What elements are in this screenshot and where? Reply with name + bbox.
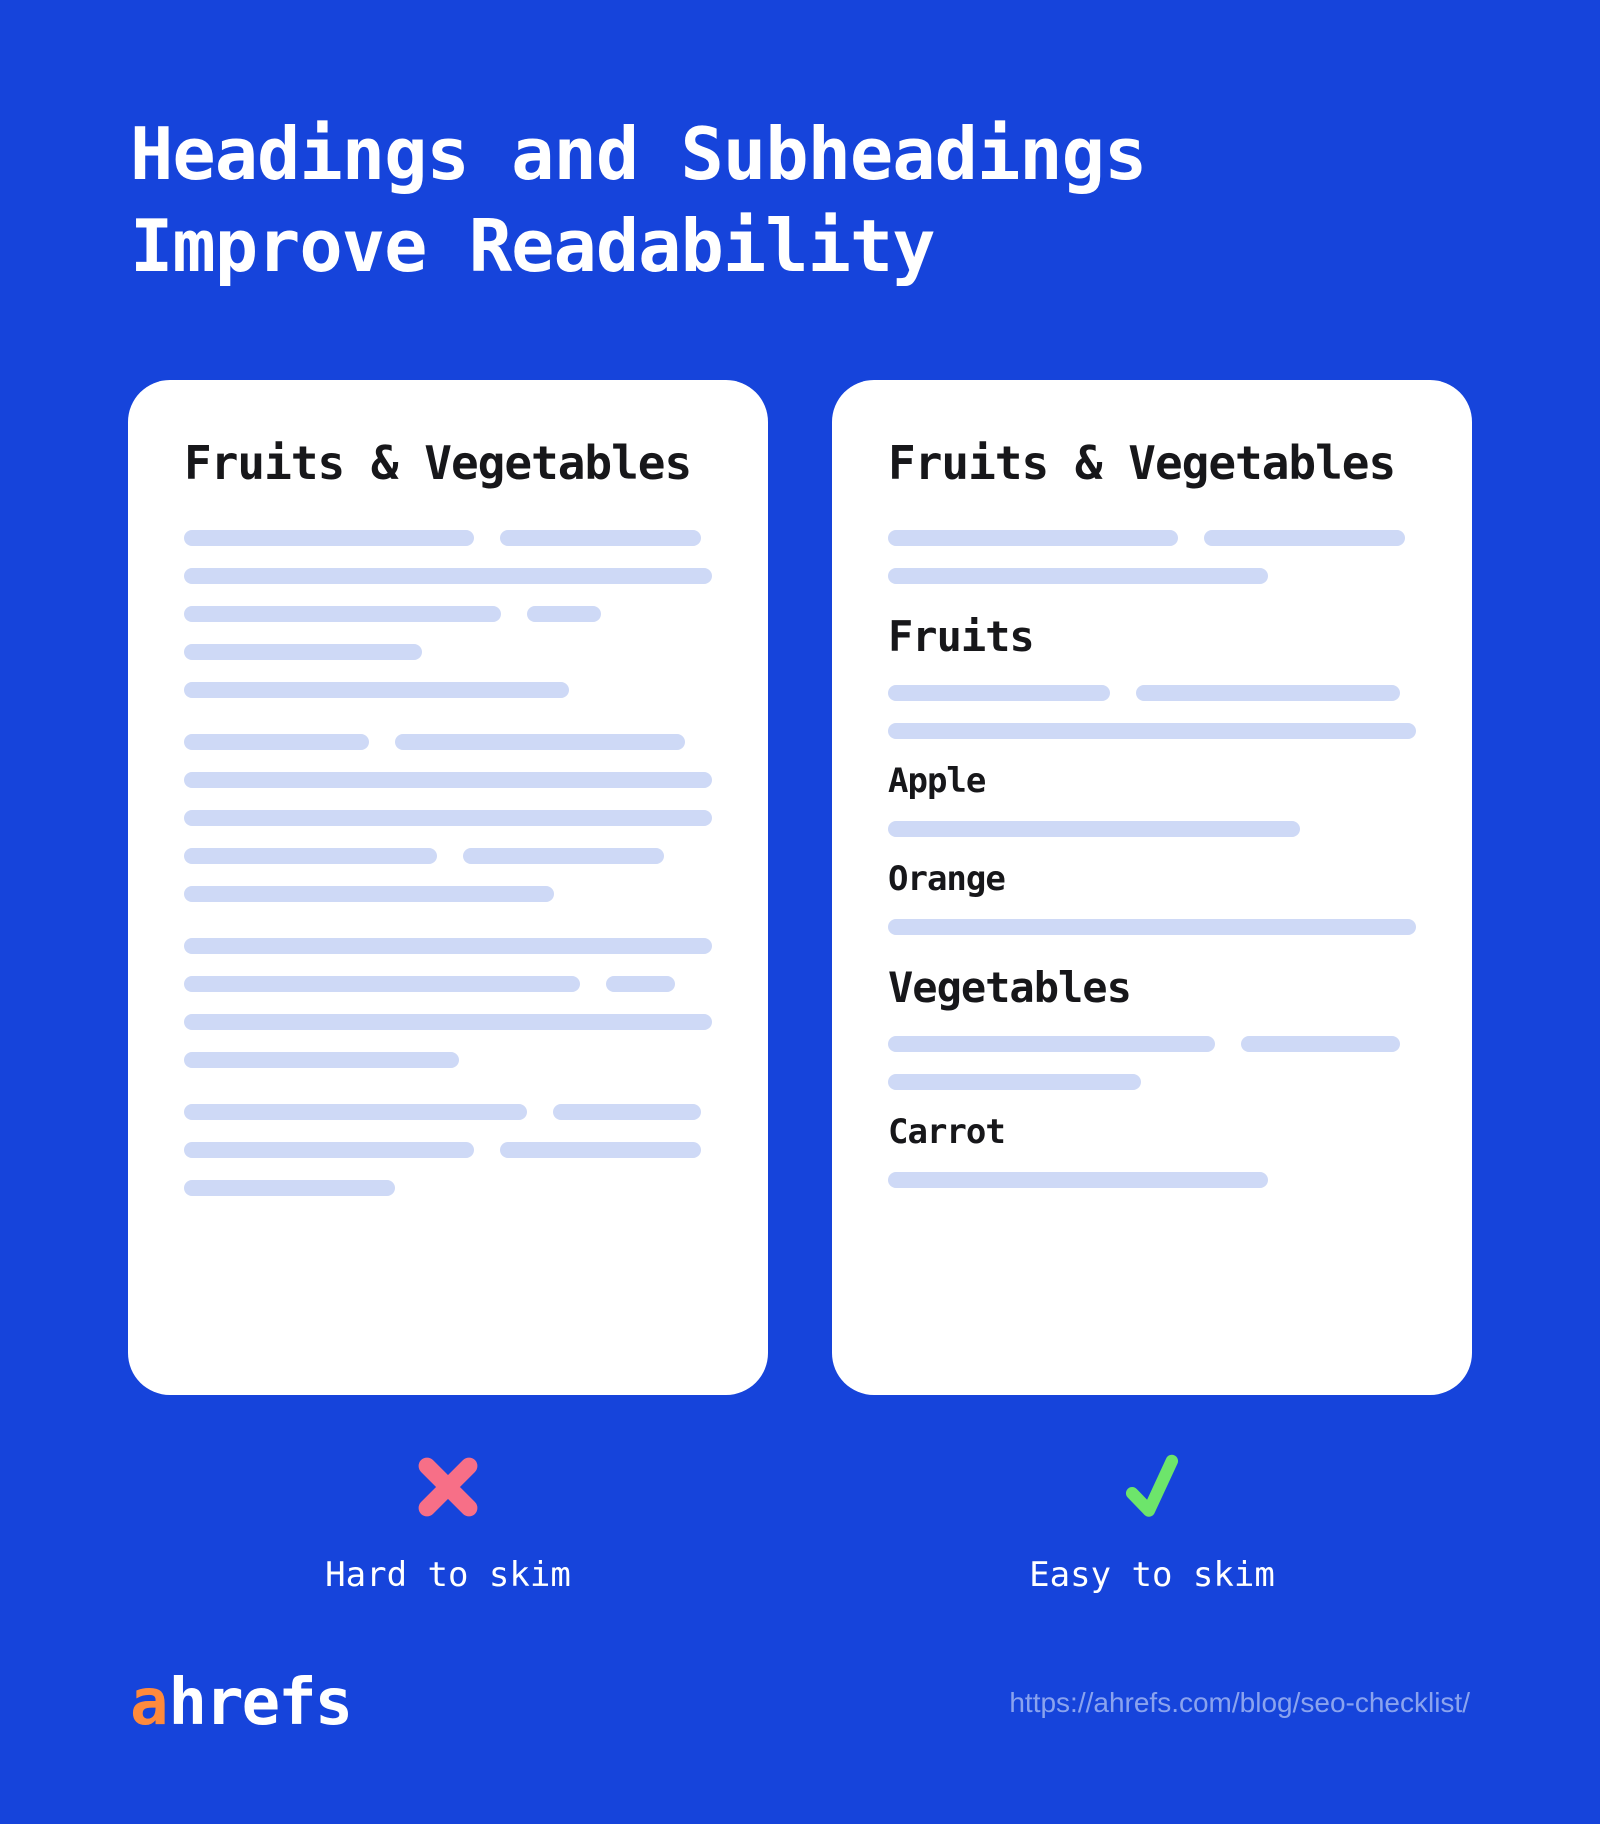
title-line-2: Improve Readability (130, 200, 1146, 292)
subheading-h2: Fruits (888, 612, 1416, 661)
paragraph-block (184, 938, 712, 1068)
logo-letter-a: a (130, 1666, 167, 1740)
paragraph-block (888, 685, 1416, 739)
subheading-h2: Vegetables (888, 963, 1416, 1012)
example-left-column: Fruits & Vegetables (128, 380, 768, 1595)
paragraph-block (888, 821, 1416, 837)
logo-rest: hrefs (169, 1666, 352, 1740)
paragraph-block (184, 1104, 712, 1196)
example-card-bad: Fruits & Vegetables (128, 380, 768, 1395)
paragraph-block (184, 530, 712, 698)
status-bad: Hard to skim (325, 1449, 571, 1595)
card-title-right: Fruits & Vegetables (888, 436, 1416, 490)
subheading-h3: Carrot (888, 1112, 1416, 1152)
ahrefs-logo: ahrefs (130, 1666, 351, 1740)
example-card-good: Fruits & Vegetables Fruits Apple Orange … (832, 380, 1472, 1395)
footer-url: https://ahrefs.com/blog/seo-checklist/ (1009, 1687, 1470, 1719)
status-label-bad: Hard to skim (325, 1555, 571, 1595)
status-good: Easy to skim (1029, 1449, 1275, 1595)
subheading-h3: Apple (888, 761, 1416, 801)
main-title: Headings and Subheadings Improve Readabi… (130, 108, 1146, 292)
footer: ahrefs https://ahrefs.com/blog/seo-check… (130, 1666, 1470, 1740)
cross-icon (413, 1452, 483, 1522)
paragraph-block (888, 919, 1416, 935)
paragraph-block (888, 1172, 1416, 1188)
title-line-1: Headings and Subheadings (130, 108, 1146, 200)
paragraph-block (888, 530, 1416, 584)
example-right-column: Fruits & Vegetables Fruits Apple Orange … (832, 380, 1472, 1595)
paragraph-block (184, 734, 712, 902)
status-label-good: Easy to skim (1029, 1555, 1275, 1595)
card-title-left: Fruits & Vegetables (184, 436, 712, 490)
subheading-h3: Orange (888, 859, 1416, 899)
check-icon (1121, 1447, 1183, 1527)
paragraph-block (888, 1036, 1416, 1090)
